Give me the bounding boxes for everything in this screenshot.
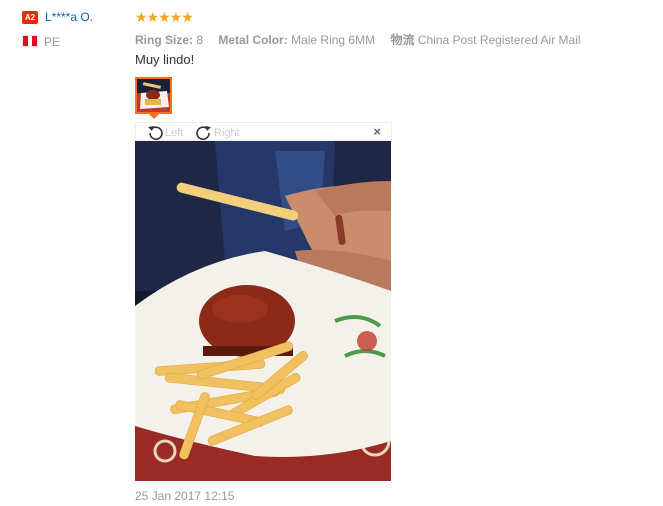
buyer-level-badge: A2 (22, 11, 38, 24)
rotate-left-label: Left (165, 126, 184, 139)
attr-shipping-value: China Post Registered Air Mail (417, 33, 581, 47)
close-icon[interactable]: × (373, 124, 381, 139)
attr-shipping-label: 物流 (390, 33, 415, 47)
attr-ring-size-label: Ring Size: (135, 33, 194, 47)
thumbnail-pointer (149, 114, 159, 119)
star-rating: ★★★★★ (135, 9, 194, 25)
rotate-right-icon (196, 125, 211, 140)
photo-viewer: Left Right × (135, 122, 392, 482)
review-photo (135, 141, 391, 481)
attr-metal-color-label: Metal Color: (218, 33, 288, 47)
review-text: Muy lindo! (135, 52, 195, 67)
viewer-toolbar: Left Right × (135, 122, 392, 141)
review-date: 25 Jan 2017 12:15 (135, 489, 235, 503)
rotate-left-button[interactable]: Left (146, 123, 183, 142)
review-photo-thumbnail[interactable] (135, 77, 172, 114)
order-attributes: Ring Size: 8 Metal Color: Male Ring 6MM … (135, 31, 593, 48)
rotate-right-label: Right (214, 126, 240, 139)
reviewer-name[interactable]: L****a O. (45, 10, 93, 24)
rotate-left-icon (148, 125, 163, 140)
attr-metal-color-value: Male Ring 6MM (291, 33, 376, 47)
reviewer-country: PE (44, 35, 61, 49)
attr-ring-size-value: 8 (196, 33, 204, 47)
rotate-right-button[interactable]: Right (195, 123, 240, 142)
flag-pe-icon (22, 35, 38, 47)
